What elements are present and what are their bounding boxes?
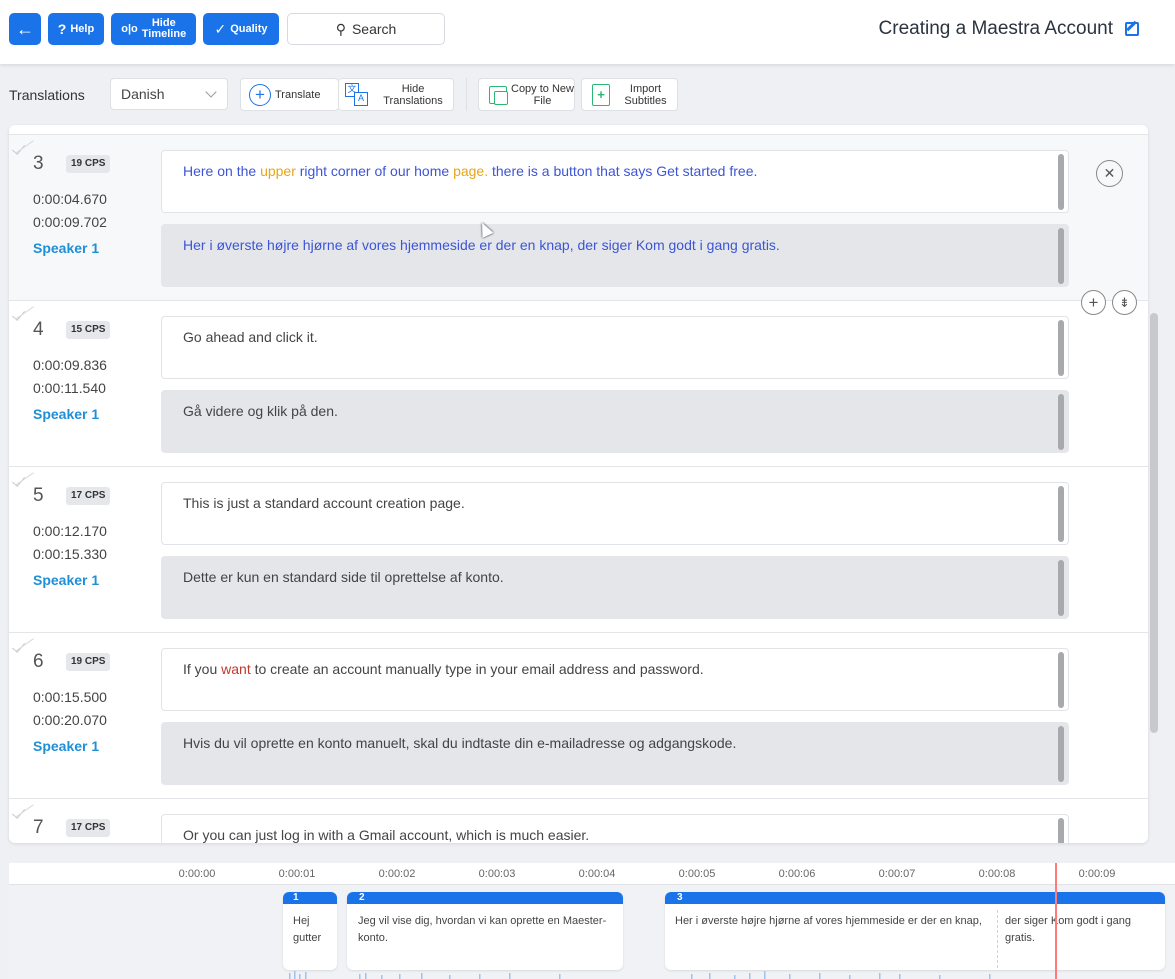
toolbar-divider <box>466 78 467 111</box>
segment-text: Her i øverste højre hjørne af vores hjem… <box>675 915 982 927</box>
plus-circle-icon: + <box>249 83 271 106</box>
translate-icon: 文A <box>345 82 369 107</box>
start-time[interactable]: 0:00:04.670 <box>33 191 107 207</box>
speaker-label[interactable]: Speaker 1 <box>33 738 99 754</box>
help-button[interactable]: ? Help <box>48 13 104 45</box>
top-bar: ← ? Help o|o Hide Timeline ✓ Quality ⚲ Searc… <box>0 0 1175 64</box>
time-tick: 0:00:01 <box>278 868 316 880</box>
time-tick: 0:00:04 <box>578 868 616 880</box>
cps-badge: 17 CPS <box>66 819 111 837</box>
translate-button[interactable]: + Translate <box>240 78 339 111</box>
start-time[interactable]: 0:00:15.500 <box>33 689 107 705</box>
language-select[interactable]: Danish <box>110 78 228 110</box>
cps-badge: 19 CPS <box>66 653 111 671</box>
translation-text-field[interactable]: Dette er kun en standard side til oprett… <box>161 556 1069 619</box>
time-tick: 0:00:05 <box>678 868 716 880</box>
copy-to-new-file-button[interactable]: Copy to New File <box>478 78 575 111</box>
merge-rows-icon[interactable]: ⇟ <box>1112 290 1137 315</box>
quality-button[interactable]: ✓ Quality <box>203 13 279 45</box>
hide-timeline-button[interactable]: o|o Hide Timeline <box>111 13 196 45</box>
original-text-field[interactable]: Or you can just log in with a Gmail acco… <box>161 814 1069 843</box>
end-time[interactable]: 0:00:20.070 <box>33 712 107 728</box>
edit-icon[interactable] <box>1125 22 1139 36</box>
timeline-segment[interactable]: 2 Jeg vil vise dig, hvordan vi kan opret… <box>347 892 623 970</box>
search-button[interactable]: ⚲ Search <box>287 13 445 45</box>
segment-number: 3 <box>665 892 1165 904</box>
original-text-field[interactable]: Here on the upper right corner of our ho… <box>161 150 1069 213</box>
time-tick: 0:00:02 <box>378 868 416 880</box>
row-number: 7 <box>33 817 44 838</box>
speaker-label[interactable]: Speaker 1 <box>33 240 99 256</box>
row-number: 5 <box>33 485 44 506</box>
subtitle-row[interactable]: 7 17 CPS Or you can just log in with a G… <box>9 798 1148 843</box>
translation-text-field[interactable]: Her i øverste højre hjørne af vores hjem… <box>161 224 1069 287</box>
close-icon[interactable]: ✕ <box>1096 160 1123 187</box>
time-tick: 0:00:09 <box>1078 868 1116 880</box>
subtitle-row[interactable]: 4 15 CPS 0:00:09.836 0:00:11.540 Speaker… <box>9 300 1148 466</box>
time-tick: 0:00:08 <box>978 868 1016 880</box>
subtitle-row[interactable]: 5 17 CPS 0:00:12.170 0:00:15.330 Speaker… <box>9 466 1148 632</box>
row-number: 3 <box>33 153 44 174</box>
subtitle-row[interactable]: 3 19 CPS 0:00:04.670 0:00:09.702 Speaker… <box>9 134 1148 300</box>
segment-text: Jeg vil vise dig, hvordan vi kan oprette… <box>358 915 607 944</box>
translations-label: Translations <box>9 87 85 103</box>
translations-toolbar: Translations Danish + Translate 文A Hide … <box>0 64 1175 124</box>
back-button[interactable]: ← <box>9 13 41 45</box>
end-time[interactable]: 0:00:09.702 <box>33 214 107 230</box>
speaker-label[interactable]: Speaker 1 <box>33 406 99 422</box>
help-icon: ? <box>57 20 67 37</box>
segment-text: der siger Kom godt i gang gratis. <box>1005 915 1131 944</box>
checkmark-icon[interactable] <box>12 138 34 160</box>
segment-number: 1 <box>283 892 337 904</box>
import-document-icon: + <box>592 83 610 106</box>
original-text-field[interactable]: Go ahead and click it. <box>161 316 1069 379</box>
timeline-segment-active[interactable]: 3 Her i øverste højre hjørne af vores hj… <box>665 892 1165 970</box>
original-text-field[interactable]: This is just a standard account creation… <box>161 482 1069 545</box>
back-arrow-icon: ← <box>16 18 34 39</box>
search-icon: ⚲ <box>335 20 346 37</box>
segment-text: Hej gutter <box>293 915 322 944</box>
original-text-field[interactable]: If you want to create an account manuall… <box>161 648 1069 711</box>
cps-badge: 17 CPS <box>66 487 111 505</box>
translation-text-field[interactable]: Gå videre og klik på den. <box>161 390 1069 453</box>
cps-badge: 15 CPS <box>66 321 111 339</box>
checkmark-icon[interactable] <box>12 470 34 492</box>
time-tick: 0:00:06 <box>778 868 816 880</box>
subtitle-row[interactable]: 6 19 CPS 0:00:15.500 0:00:20.070 Speaker… <box>9 632 1148 798</box>
subtitle-list: 3 19 CPS 0:00:04.670 0:00:09.702 Speaker… <box>9 125 1148 843</box>
copy-icon <box>489 85 508 105</box>
checkmark-icon[interactable] <box>12 802 34 824</box>
check-circle-icon: ✓ <box>214 20 227 37</box>
segment-number: 2 <box>347 892 623 904</box>
time-tick: 0:00:03 <box>478 868 516 880</box>
timeline-icon: o|o <box>121 22 138 35</box>
segment-split-marker <box>997 910 998 968</box>
speaker-label[interactable]: Speaker 1 <box>33 572 99 588</box>
row-number: 6 <box>33 651 44 672</box>
import-subtitles-button[interactable]: + Import Subtitles <box>581 78 678 111</box>
list-scrollbar[interactable] <box>1150 313 1158 733</box>
page-title: Creating a Maestra Account <box>878 18 1113 39</box>
timeline-segment[interactable]: 1 Hej gutter <box>283 892 337 970</box>
hide-translations-button[interactable]: 文A Hide Translations <box>339 78 454 111</box>
cps-badge: 19 CPS <box>66 155 111 173</box>
playhead[interactable] <box>1055 863 1057 979</box>
start-time[interactable]: 0:00:12.170 <box>33 523 107 539</box>
translation-text-field[interactable]: Hvis du vil oprette en konto manuelt, sk… <box>161 722 1069 785</box>
chevron-down-icon <box>205 86 217 98</box>
end-time[interactable]: 0:00:11.540 <box>33 380 106 396</box>
start-time[interactable]: 0:00:09.836 <box>33 357 107 373</box>
timeline[interactable]: 0:00:00 0:00:01 0:00:02 0:00:03 0:00:04 … <box>9 863 1175 979</box>
row-number: 4 <box>33 319 44 340</box>
time-ruler[interactable]: 0:00:00 0:00:01 0:00:02 0:00:03 0:00:04 … <box>9 863 1175 885</box>
audio-waveform <box>289 971 991 979</box>
time-tick: 0:00:07 <box>878 868 916 880</box>
time-tick: 0:00:00 <box>178 868 216 880</box>
end-time[interactable]: 0:00:15.330 <box>33 546 107 562</box>
add-row-icon[interactable]: + <box>1081 290 1106 315</box>
checkmark-icon[interactable] <box>12 636 34 658</box>
checkmark-icon[interactable] <box>12 304 34 326</box>
